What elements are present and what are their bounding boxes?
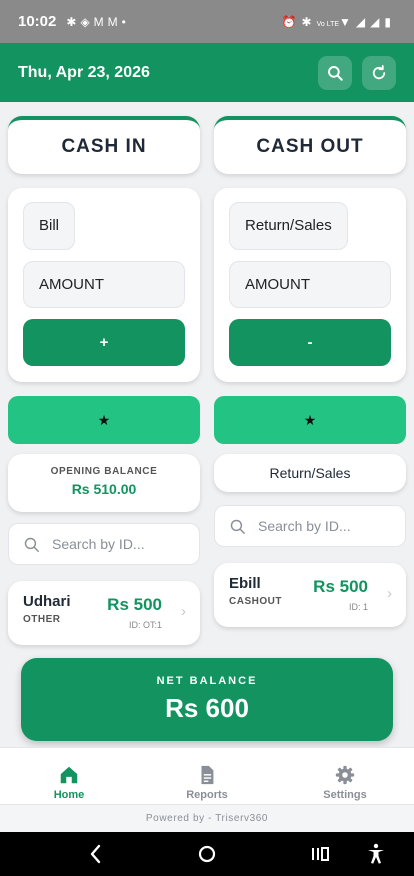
volte-icon: Vo LTE (316, 20, 340, 28)
search-icon (328, 65, 343, 81)
nav-item-settings[interactable]: Settings (276, 748, 414, 804)
cash-in-favorite-button[interactable]: ★ (8, 396, 200, 444)
refresh-button[interactable] (362, 55, 396, 90)
net-balance-value: Rs 600 (165, 693, 249, 723)
search-placeholder: Search by ID... (52, 536, 145, 552)
signal-icon: ◢ (355, 14, 371, 29)
cash-in-add-button[interactable]: + (23, 319, 185, 366)
cash-in-column: CASH IN Bill AMOUNT + ★ OPENING BALANCE … (8, 116, 200, 645)
battery-icon: ▮ (384, 14, 396, 29)
transaction-name: Udhari (23, 593, 71, 610)
chevron-right-icon: › (181, 603, 186, 620)
current-date: Thu, Apr 23, 2026 (18, 63, 150, 81)
cash-in-header: CASH IN (8, 116, 200, 174)
bluetooth-icon: ✱ (301, 14, 317, 29)
signal-icon: ◢ (370, 14, 385, 29)
gmail-icon: M (93, 14, 108, 29)
nav-label-reports: Reports (186, 789, 228, 801)
cash-out-category-select[interactable]: Return/Sales (229, 202, 348, 250)
home-circle-icon[interactable] (196, 842, 218, 866)
bluetooth-icon: ✱ (66, 14, 81, 29)
transaction-card[interactable]: Ebill CASHOUT Rs 500 ID: 1 › (214, 563, 406, 627)
powered-by-footer: Powered by - Triserv360 (0, 804, 414, 832)
wifi-icon: ▼ (339, 14, 356, 29)
bottom-nav: Home Reports Settings (0, 747, 414, 804)
search-button[interactable] (318, 55, 352, 90)
opening-balance-value: Rs 510.00 (71, 481, 137, 497)
cash-out-form: Return/Sales AMOUNT - (214, 188, 406, 382)
refresh-icon (372, 64, 386, 79)
cash-out-search-input[interactable]: Search by ID... (214, 505, 406, 547)
cash-out-category-display[interactable]: Return/Sales (214, 454, 406, 492)
cash-out-column: CASH OUT Return/Sales AMOUNT - ★ Return/… (214, 116, 406, 627)
cash-in-amount-input[interactable]: AMOUNT (23, 261, 185, 308)
opening-balance-card: OPENING BALANCE Rs 510.00 (8, 454, 200, 512)
search-placeholder: Search by ID... (258, 518, 351, 534)
cash-out-amount-input[interactable]: AMOUNT (229, 261, 391, 308)
app-icon: ◈ (80, 14, 94, 29)
accessibility-icon[interactable] (364, 842, 388, 866)
home-icon (60, 766, 78, 784)
net-balance-label: NET BALANCE (156, 675, 258, 687)
cash-out-header: CASH OUT (214, 116, 406, 174)
app-bar: Thu, Apr 23, 2026 (0, 43, 414, 102)
nav-item-home[interactable]: Home (0, 748, 138, 804)
alarm-icon: ⏰ (281, 14, 302, 29)
transaction-amount: Rs 500 (313, 577, 368, 596)
recents-icon[interactable] (309, 842, 331, 866)
search-icon (24, 537, 39, 552)
search-icon (230, 519, 245, 534)
net-balance-card: NET BALANCE Rs 600 (21, 658, 393, 741)
system-icons: ⏰✱Vo LTE▼◢◢▮ (282, 15, 396, 29)
transaction-amount: Rs 500 (107, 595, 162, 614)
system-nav-bar (0, 832, 414, 876)
back-icon[interactable] (86, 842, 106, 866)
transaction-id: ID: 1 (348, 602, 368, 612)
reports-icon (201, 765, 214, 785)
transaction-type: CASHOUT (229, 596, 282, 607)
settings-icon (335, 765, 355, 785)
cash-in-category-select[interactable]: Bill (23, 202, 76, 250)
status-time: 10:02 (18, 13, 57, 30)
nav-item-reports[interactable]: Reports (138, 748, 276, 804)
gmail-icon: M (107, 14, 122, 29)
cash-in-search-input[interactable]: Search by ID... (8, 523, 200, 565)
transaction-id: ID: OT:1 (128, 620, 162, 630)
cash-in-form: Bill AMOUNT + (8, 188, 200, 382)
dot-icon: • (121, 14, 130, 29)
transaction-type: OTHER (23, 614, 61, 625)
cash-out-subtract-button[interactable]: - (229, 319, 391, 366)
transaction-card[interactable]: Udhari OTHER Rs 500 ID: OT:1 › (8, 581, 200, 645)
cash-out-favorite-button[interactable]: ★ (214, 396, 406, 444)
opening-balance-label: OPENING BALANCE (50, 466, 158, 477)
status-bar: 10:02 ✱◈MM• ⏰✱Vo LTE▼◢◢▮ (0, 0, 414, 43)
notification-icons: ✱◈MM• (66, 15, 130, 29)
transaction-name: Ebill (229, 575, 261, 592)
nav-label-home: Home (53, 789, 85, 801)
chevron-right-icon: › (387, 585, 392, 602)
nav-label-settings: Settings (323, 789, 367, 801)
